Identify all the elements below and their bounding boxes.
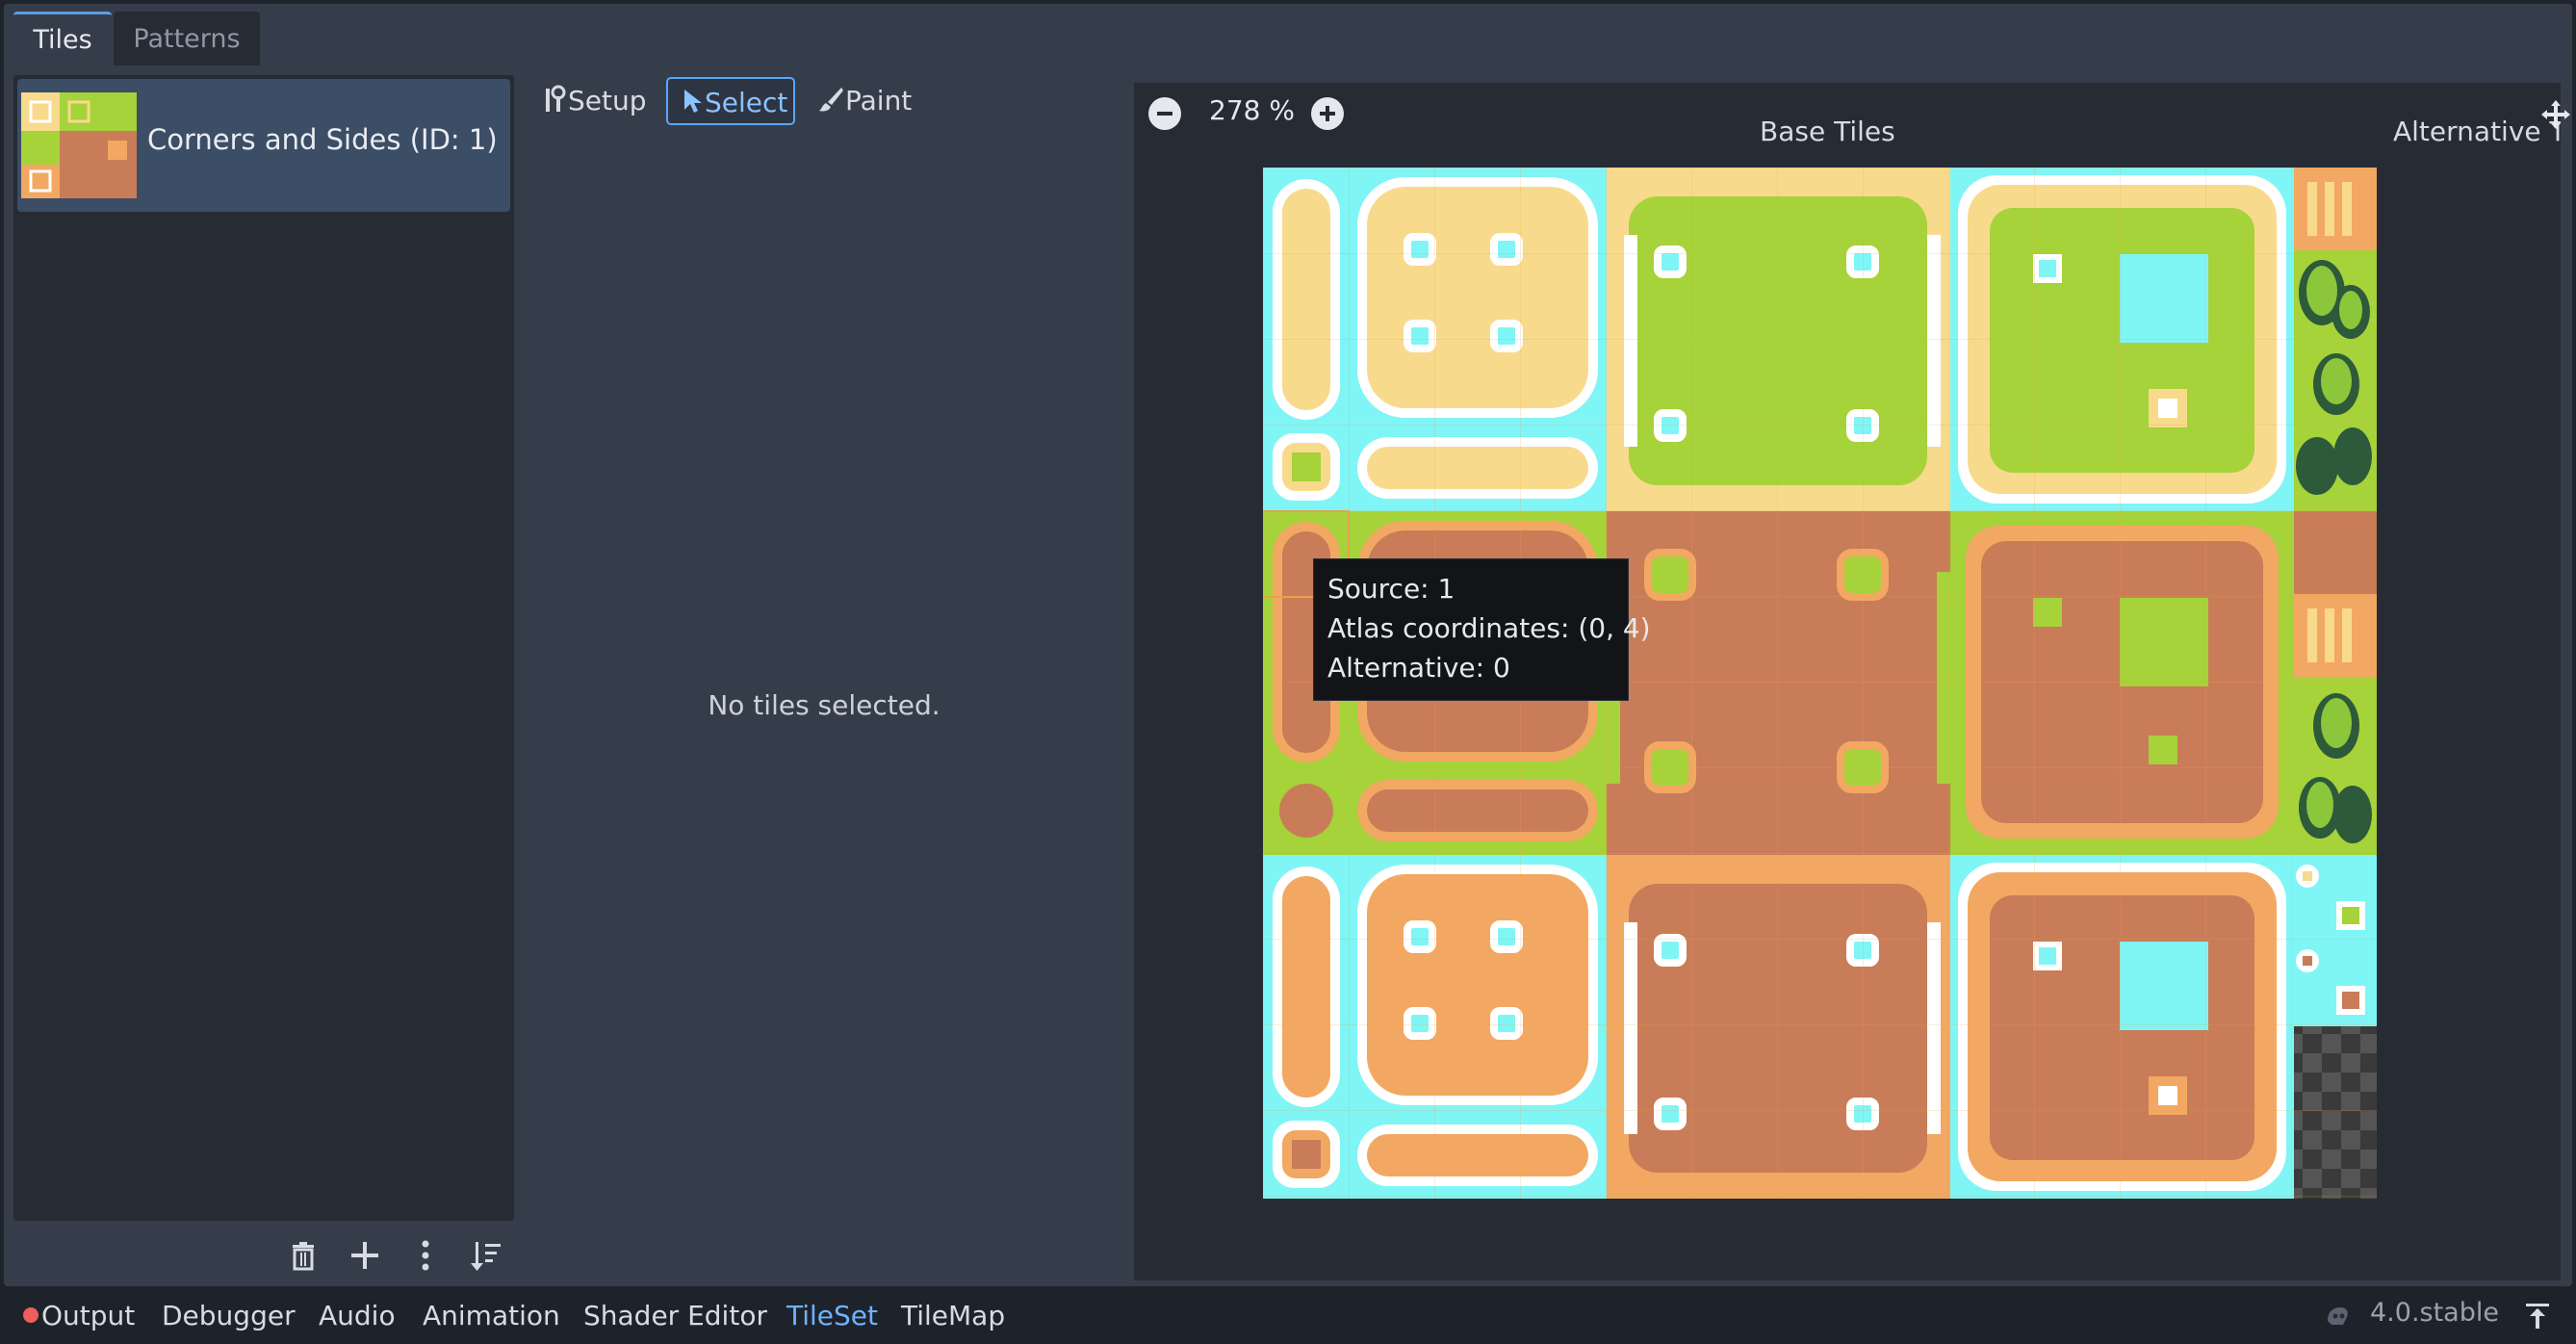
zoom-out-icon[interactable]	[1148, 97, 1181, 130]
bottom-tab-debugger[interactable]: Debugger	[162, 1300, 296, 1331]
bottom-tab-animation[interactable]: Animation	[423, 1300, 560, 1331]
select-label: Select	[705, 87, 788, 118]
godot-logo-icon	[2322, 1300, 2353, 1331]
source-thumbnail	[21, 91, 137, 199]
paint-button[interactable]: Paint	[816, 77, 912, 125]
tooltip-atlas-coordinates: Atlas coordinates: (0, 4)	[1327, 612, 1651, 644]
bottom-tab-audio[interactable]: Audio	[319, 1300, 396, 1331]
expand-panel-icon[interactable]	[2520, 1298, 2555, 1332]
tooltip-source: Source: 1	[1327, 573, 1455, 605]
add-icon[interactable]	[344, 1234, 386, 1277]
version-label: 4.0.stable	[2370, 1298, 2499, 1328]
brush-icon	[816, 81, 845, 112]
base-tiles-label: Base Tiles	[1760, 116, 1895, 147]
setup-label: Setup	[568, 85, 647, 116]
setup-button[interactable]: Setup	[543, 77, 647, 125]
bottom-tab-tileset[interactable]: TileSet	[786, 1300, 878, 1331]
tab-tiles[interactable]: Tiles	[13, 12, 112, 65]
cursor-icon	[682, 83, 705, 113]
wrench-icon	[543, 81, 568, 112]
tile-tooltip: Source: 1 Atlas coordinates: (0, 4) Alte…	[1313, 558, 1651, 701]
tooltip-alternative: Alternative: 0	[1327, 652, 1510, 684]
tab-patterns[interactable]: Patterns	[114, 12, 260, 65]
more-vertical-icon[interactable]	[404, 1234, 447, 1277]
source-name: Corners and Sides (ID: 1)	[147, 123, 498, 156]
no-tiles-selected-text: No tiles selected.	[708, 689, 940, 721]
sort-icon[interactable]	[466, 1234, 508, 1277]
bottom-tab-tilemap[interactable]: TileMap	[901, 1300, 1005, 1331]
output-error-indicator	[23, 1307, 39, 1323]
tileset-source-list	[13, 75, 514, 1221]
trash-icon[interactable]	[282, 1234, 324, 1277]
alternative-tiles-label: Alternative Tiles	[2393, 116, 2561, 147]
bottom-tab-shader-editor[interactable]: Shader Editor	[583, 1300, 767, 1331]
move-icon[interactable]	[2541, 100, 2570, 129]
select-button[interactable]: Select	[666, 77, 795, 125]
zoom-in-icon[interactable]	[1311, 97, 1344, 130]
bottom-tab-output[interactable]: Output	[41, 1300, 135, 1331]
paint-label: Paint	[845, 85, 913, 116]
zoom-level[interactable]: 278 %	[1209, 94, 1295, 126]
